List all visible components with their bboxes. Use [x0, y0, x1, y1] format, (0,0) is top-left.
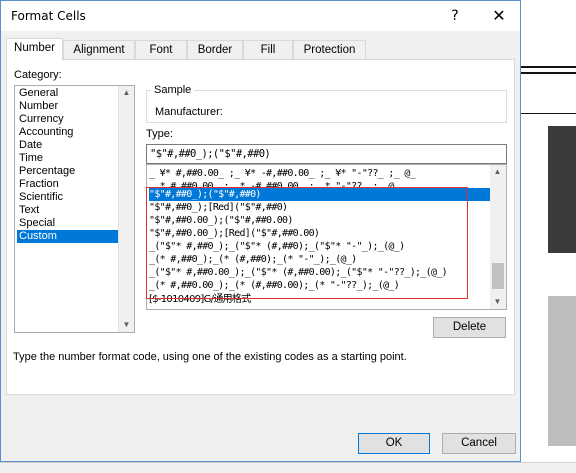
scroll-up-icon[interactable]: ▲ — [119, 86, 134, 100]
scroll-thumb[interactable] — [492, 263, 504, 289]
scroll-down-icon[interactable]: ▼ — [490, 295, 505, 309]
sheet-rule — [520, 66, 576, 68]
format-cells-dialog: Format Cells ? ✕ Number Alignment Font B… — [0, 0, 521, 462]
category-item-selected[interactable]: Custom — [17, 230, 118, 243]
status-bar — [0, 462, 576, 473]
scroll-up-icon[interactable]: ▲ — [490, 165, 505, 179]
category-item[interactable]: Accounting — [17, 126, 118, 139]
help-button[interactable]: ? — [445, 6, 465, 26]
category-item[interactable]: Fraction — [17, 178, 118, 191]
format-scrollbar[interactable]: ▲ ▼ — [490, 165, 506, 309]
sheet-rule — [520, 113, 576, 114]
delete-button[interactable]: Delete — [433, 317, 506, 338]
sheet-rule — [520, 72, 576, 74]
format-item[interactable]: _ ¥* #,##0.00_ ;_ ¥* -#,##0.00_ ;_ ¥* "-… — [149, 167, 490, 180]
category-label: Category: — [14, 69, 62, 81]
type-label: Type: — [146, 128, 173, 140]
tab-alignment[interactable]: Alignment — [63, 40, 135, 60]
sheet-image — [548, 296, 576, 446]
sample-label: Sample — [151, 84, 195, 96]
title-bar: Format Cells ? ✕ — [1, 1, 520, 31]
sample-value: Manufacturer: — [155, 106, 223, 118]
scroll-down-icon[interactable]: ▼ — [119, 318, 134, 332]
dialog-title: Format Cells — [11, 9, 86, 23]
ok-button[interactable]: OK — [358, 433, 430, 454]
highlight-annotation — [146, 187, 468, 299]
tab-protection[interactable]: Protection — [293, 40, 366, 60]
category-scrollbar[interactable]: ▲ ▼ — [118, 86, 134, 332]
category-item[interactable]: Text — [17, 204, 118, 217]
type-input[interactable]: "$"#,##0_);("$"#,##0) — [146, 144, 507, 164]
category-item[interactable]: Number — [17, 100, 118, 113]
category-list[interactable]: General Number Currency Accounting Date … — [14, 85, 135, 333]
cancel-button[interactable]: Cancel — [442, 433, 516, 454]
category-item[interactable]: Time — [17, 152, 118, 165]
close-button[interactable]: ✕ — [487, 6, 511, 26]
category-item[interactable]: Scientific — [17, 191, 118, 204]
category-item[interactable]: General — [17, 87, 118, 100]
sheet-image — [548, 126, 576, 253]
category-item[interactable]: Currency — [17, 113, 118, 126]
category-item[interactable]: Date — [17, 139, 118, 152]
tab-fill[interactable]: Fill — [243, 40, 293, 60]
tab-font[interactable]: Font — [135, 40, 187, 60]
category-item[interactable]: Percentage — [17, 165, 118, 178]
category-item[interactable]: Special — [17, 217, 118, 230]
tab-number[interactable]: Number — [6, 38, 63, 61]
tab-border[interactable]: Border — [187, 40, 243, 60]
format-description: Type the number format code, using one o… — [13, 351, 407, 363]
